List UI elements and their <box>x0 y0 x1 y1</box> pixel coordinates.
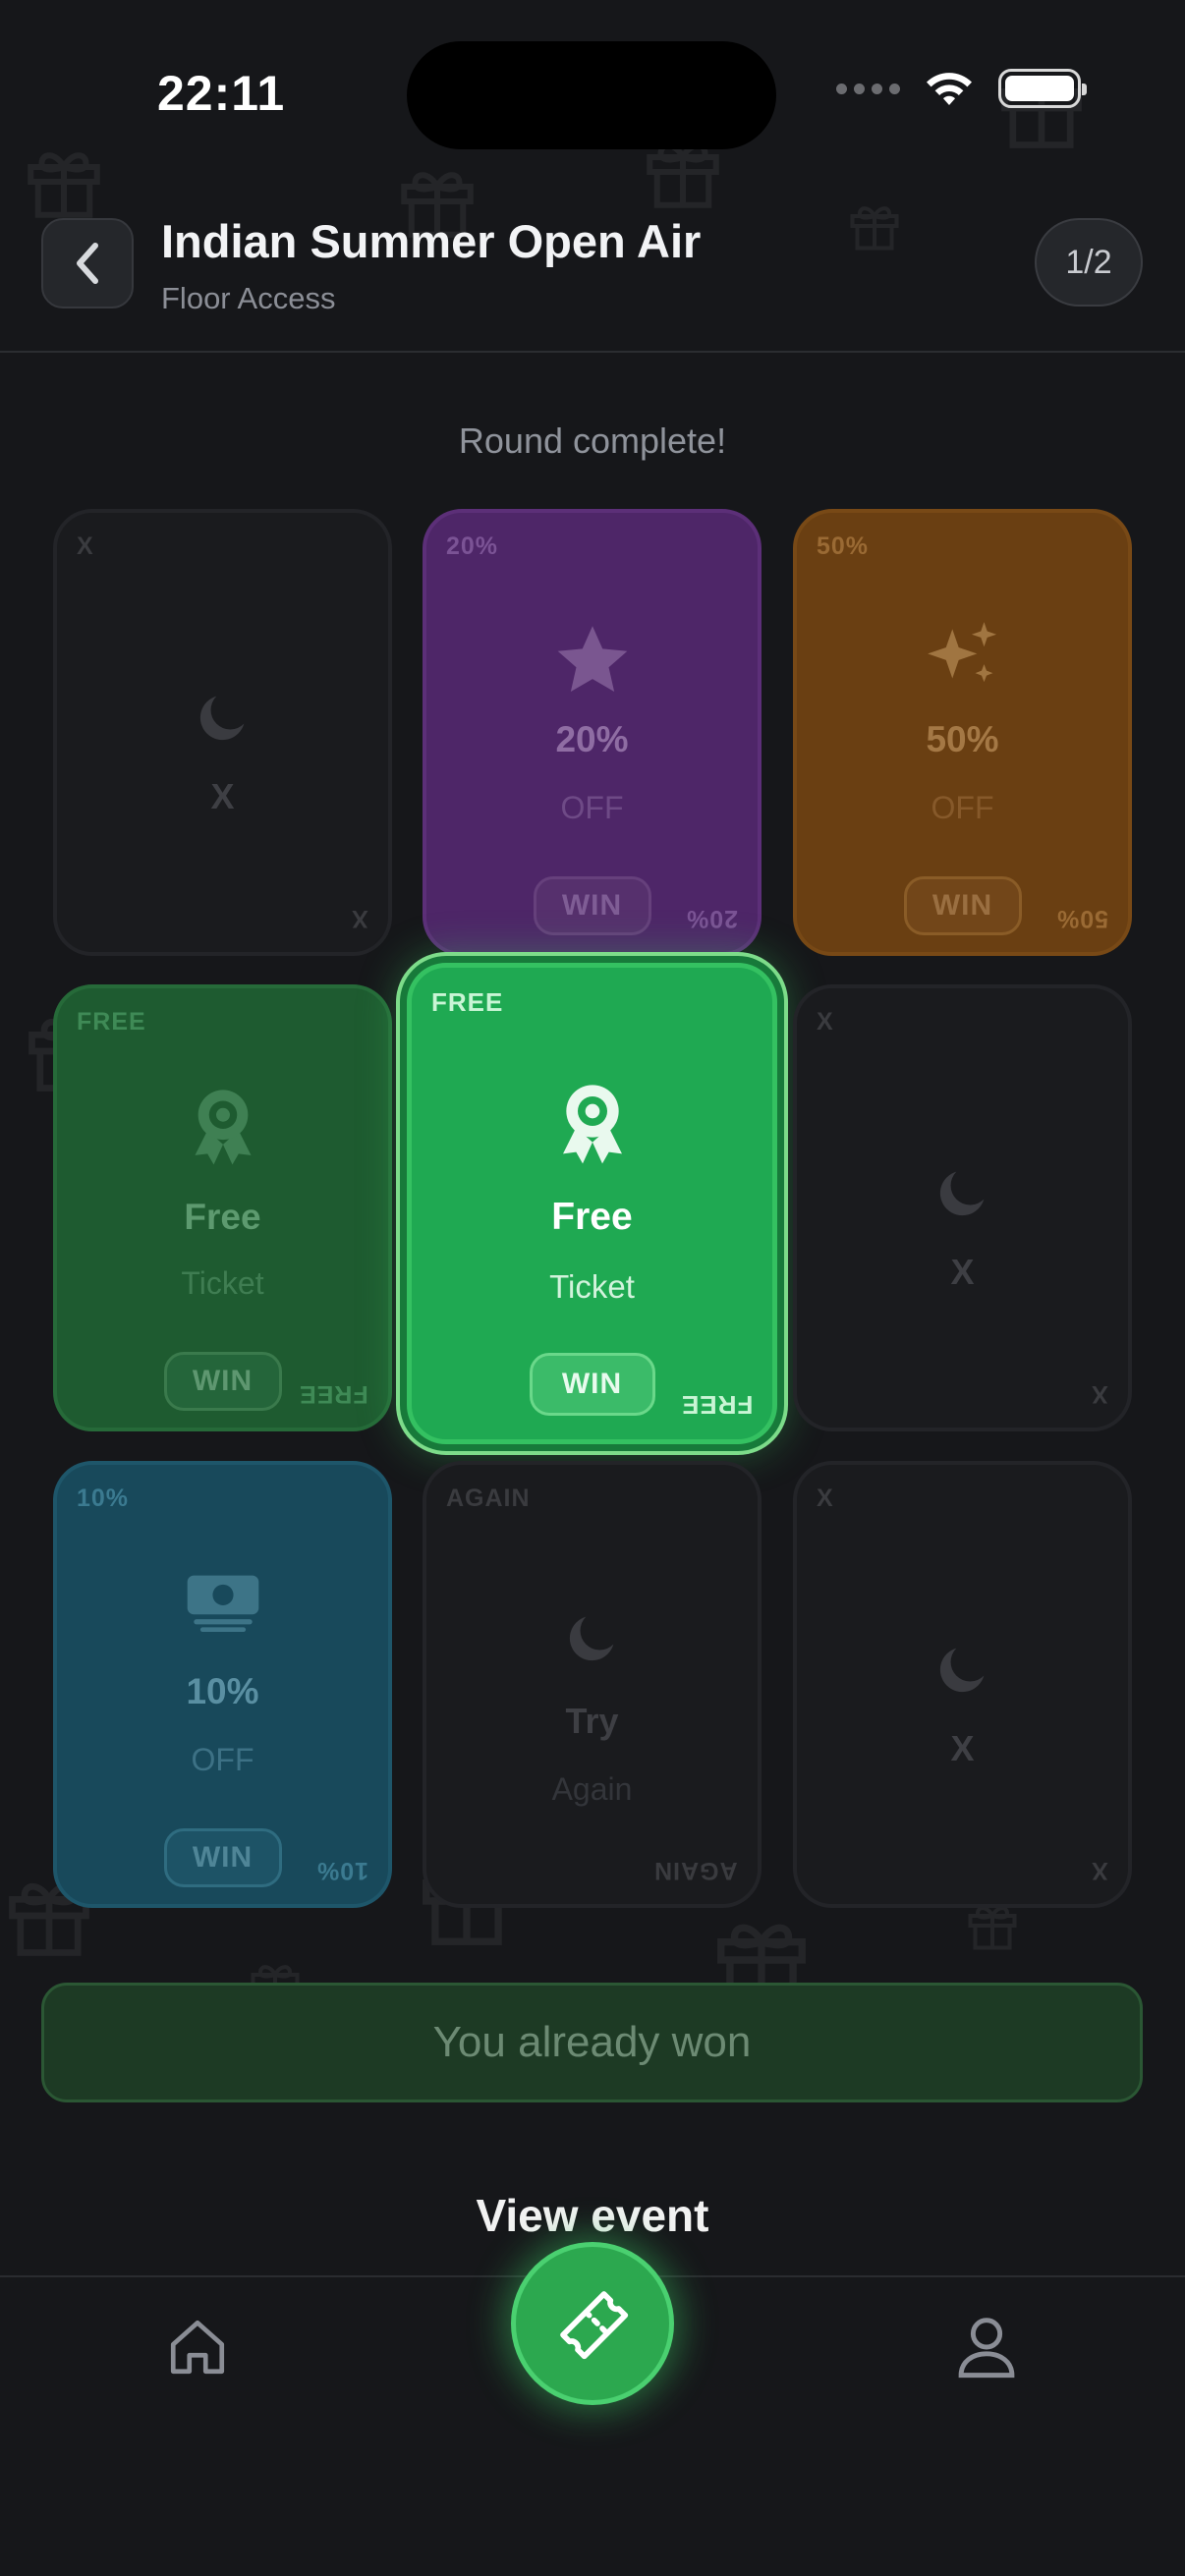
star-icon <box>426 623 758 698</box>
tab-home[interactable] <box>165 2315 230 2380</box>
card-corner-label: 20% <box>446 532 499 560</box>
chevron-left-icon <box>77 243 98 284</box>
card-corner-label: 50% <box>817 532 870 560</box>
moon-icon <box>797 1161 1128 1224</box>
card-main-text: Try <box>565 1701 619 1741</box>
scratch-card[interactable]: X X X <box>53 509 392 956</box>
moon-icon <box>57 686 388 749</box>
view-event-link[interactable]: View event <box>0 2189 1185 2242</box>
card-corner-label: FREE <box>431 987 504 1017</box>
card-main-text: X <box>210 776 235 816</box>
card-sub-text: Ticket <box>181 1265 264 1301</box>
scratch-card[interactable]: AGAIN Try Again AGAIN <box>423 1461 762 1908</box>
card-corner-label: FREE <box>680 1390 753 1420</box>
win-badge: WIN <box>903 876 1022 935</box>
scratch-card[interactable]: 20% 20% OFF WIN 20% <box>423 509 762 956</box>
scratch-card[interactable]: X X X <box>793 1461 1132 1908</box>
card-corner-label: X <box>1091 1380 1108 1408</box>
card-corner-label: 50% <box>1055 905 1108 932</box>
win-badge: WIN <box>163 1352 282 1411</box>
card-sub-text: OFF <box>191 1742 254 1777</box>
tab-profile[interactable] <box>957 2315 1016 2380</box>
card-main-text: 10% <box>186 1671 259 1711</box>
home-icon <box>170 2320 225 2375</box>
win-badge: WIN <box>533 876 651 935</box>
user-icon <box>958 2318 1015 2379</box>
scratch-card[interactable]: FREE Free Ticket WIN FREE <box>53 984 392 1431</box>
battery-icon <box>998 69 1087 108</box>
status-icons <box>836 69 1087 108</box>
winning-card[interactable]: FREE Free Ticket WIN FREE <box>407 963 777 1444</box>
scratch-card[interactable]: 10% 10% OFF WIN 10% <box>53 1461 392 1908</box>
scratch-card[interactable]: 50% 50% OFF WIN 50% <box>793 509 1132 956</box>
award-ribbon-icon <box>412 1082 772 1170</box>
card-corner-label: FREE <box>299 1380 368 1408</box>
card-corner-label: 10% <box>315 1857 368 1884</box>
back-button[interactable] <box>41 218 134 308</box>
scratch-card[interactable]: X X X <box>793 984 1132 1431</box>
screen: 22:11 Indian Summer Open Air Floor Acces… <box>0 0 1185 2576</box>
card-corner-label: AGAIN <box>653 1857 738 1884</box>
card-sub-text: OFF <box>931 790 994 825</box>
status-time: 22:11 <box>157 66 286 121</box>
card-sub-text: OFF <box>560 790 624 825</box>
card-main-text: 50% <box>926 719 999 759</box>
card-sub-text: Again <box>551 1771 633 1807</box>
card-corner-label: X <box>1091 1857 1108 1884</box>
wifi-icon <box>927 73 972 105</box>
card-corner-label: FREE <box>77 1008 146 1036</box>
ticket-type: Floor Access <box>161 281 336 315</box>
card-main-text: X <box>950 1728 975 1768</box>
card-corner-label: AGAIN <box>446 1484 531 1512</box>
ticket-icon <box>560 2291 629 2360</box>
card-main-text: Free <box>184 1197 261 1237</box>
card-corner-label: X <box>817 1484 834 1512</box>
gift-pattern-icon <box>845 196 904 255</box>
card-sub-text: Ticket <box>549 1268 635 1305</box>
award-ribbon-icon <box>57 1087 388 1171</box>
header-divider <box>0 351 1185 353</box>
card-main-text: Free <box>551 1196 633 1238</box>
card-main-text: X <box>950 1252 975 1292</box>
moon-icon <box>426 1606 758 1669</box>
win-badge: WIN <box>529 1353 655 1416</box>
card-main-text: 20% <box>555 719 629 759</box>
tickets-fab[interactable] <box>511 2242 674 2405</box>
round-status: Round complete! <box>458 420 727 461</box>
event-title: Indian Summer Open Air <box>161 215 702 267</box>
card-corner-label: X <box>817 1008 834 1036</box>
sparkles-icon <box>797 615 1128 700</box>
card-corner-label: 10% <box>77 1484 130 1512</box>
gift-pattern-icon <box>20 138 108 226</box>
cellular-signal-icon <box>836 83 900 94</box>
page-indicator[interactable]: 1/2 <box>1035 218 1143 307</box>
win-badge: WIN <box>163 1828 282 1887</box>
card-corner-label: X <box>351 905 368 932</box>
dynamic-island <box>407 41 776 149</box>
cash-icon <box>57 1569 388 1634</box>
already-won-button[interactable]: You already won <box>41 1983 1143 2102</box>
card-corner-label: X <box>77 532 94 560</box>
card-corner-label: 20% <box>685 905 738 932</box>
moon-icon <box>797 1638 1128 1701</box>
